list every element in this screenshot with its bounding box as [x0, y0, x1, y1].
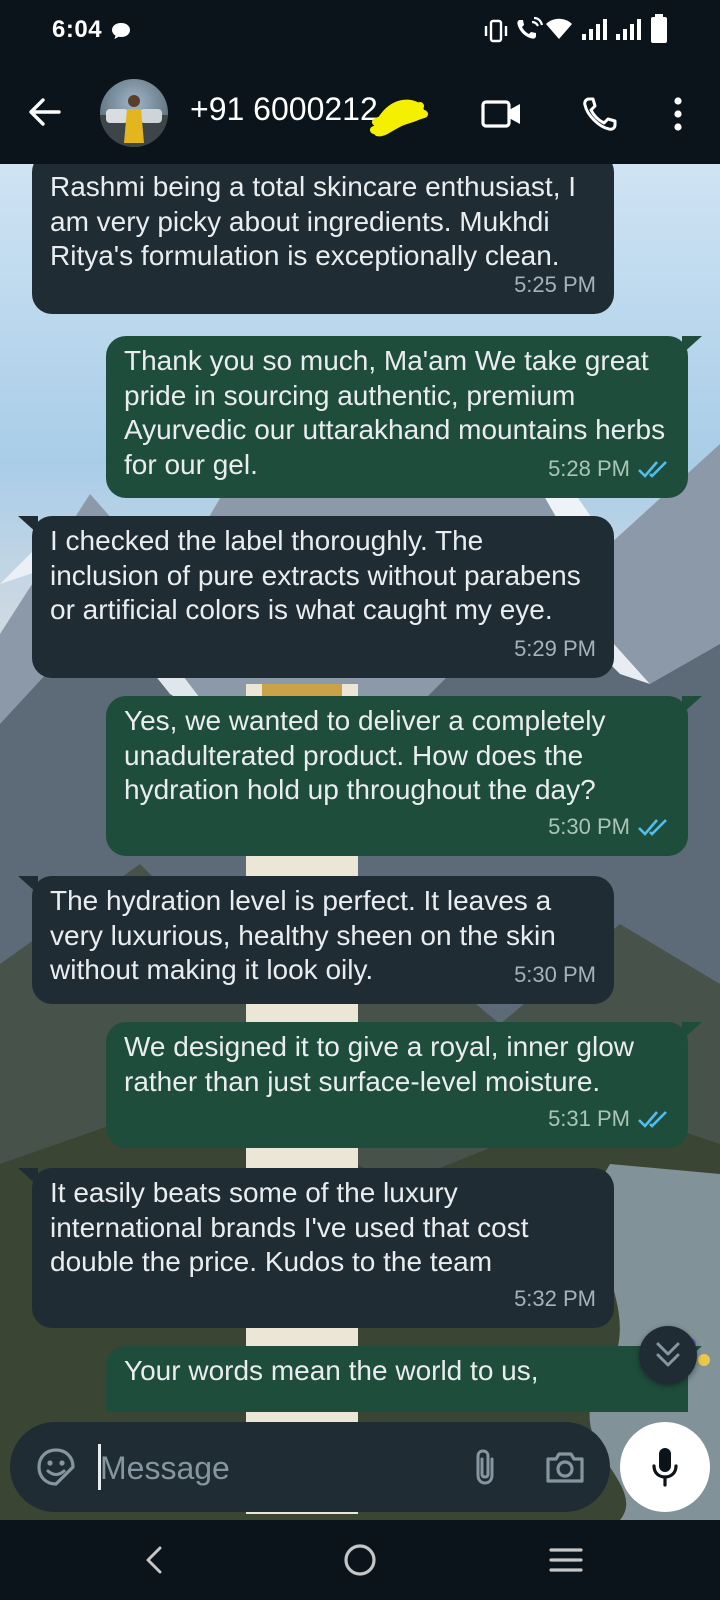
- nav-home-button[interactable]: [336, 1536, 384, 1584]
- nav-back-icon: [146, 1546, 162, 1574]
- message-text: Your words mean the world to us,: [124, 1355, 539, 1386]
- message-text: I checked the label thoroughly. The incl…: [50, 525, 581, 625]
- voice-call-button[interactable]: [576, 90, 624, 138]
- redaction-scribble: [370, 99, 428, 137]
- nav-recents-button[interactable]: [542, 1536, 590, 1584]
- message-time: 5:28 PM: [548, 455, 630, 481]
- vibrate-icon: [484, 19, 508, 43]
- emoji-icon: [37, 1448, 75, 1486]
- message-time: 5:25 PM: [514, 271, 596, 297]
- message-composer: [10, 1422, 610, 1512]
- back-button[interactable]: [20, 88, 68, 136]
- attach-button[interactable]: [462, 1444, 508, 1490]
- back-arrow-icon: [29, 98, 61, 126]
- voice-call-icon: [583, 97, 617, 131]
- message-time: 5:32 PM: [514, 1285, 596, 1311]
- signal-icon: [582, 19, 607, 40]
- status-time: 6:04: [52, 16, 103, 43]
- scroll-to-bottom-button[interactable]: [639, 1326, 697, 1384]
- voice-message-button[interactable]: [620, 1422, 710, 1512]
- message-time: 5:31 PM: [548, 1105, 630, 1131]
- video-call-icon: [481, 100, 520, 128]
- message-bubble-incoming[interactable]: Rashmi being a total skincare enthusiast…: [32, 164, 614, 314]
- message-bubble-outgoing[interactable]: We designed it to give a royal, inner gl…: [106, 1022, 702, 1148]
- battery-icon: [651, 14, 667, 43]
- contact-name[interactable]: +91 6000212: [190, 91, 378, 128]
- message-bubble-incoming[interactable]: It easily beats some of the luxury inter…: [18, 1168, 614, 1328]
- nav-home-icon: [344, 1544, 376, 1576]
- wifi-icon: [546, 18, 572, 39]
- status-bar: 6:04: [0, 0, 720, 60]
- mic-icon: [652, 1448, 678, 1487]
- read-receipt-icon: [638, 460, 667, 478]
- message-time: 5:30 PM: [548, 813, 630, 839]
- message-bubble-outgoing[interactable]: Yes, we wanted to deliver a completely u…: [106, 696, 702, 856]
- message-bubble-outgoing[interactable]: Thank you so much, Ma'am We take great p…: [106, 336, 702, 498]
- nav-recents-icon: [549, 1548, 583, 1572]
- video-call-button[interactable]: [478, 90, 526, 138]
- message-list: Rashmi being a total skincare enthusiast…: [0, 164, 720, 1412]
- avatar-photo: [100, 95, 168, 147]
- attach-icon: [476, 1449, 494, 1485]
- signal-icon-2: [616, 19, 641, 40]
- message-input[interactable]: [98, 1440, 442, 1496]
- chat-header: +91 6000212: [0, 60, 720, 164]
- camera-button[interactable]: [542, 1444, 588, 1490]
- read-receipt-icon: [638, 818, 667, 836]
- message-text: It easily beats some of the luxury inter…: [50, 1177, 529, 1277]
- chat-notification-icon: [112, 23, 130, 39]
- message-bubble-outgoing[interactable]: Your words mean the world to us,: [106, 1346, 702, 1412]
- system-navigation-bar: [0, 1520, 720, 1600]
- message-text: Rashmi being a total skincare enthusiast…: [50, 171, 577, 271]
- nav-back-button[interactable]: [130, 1536, 178, 1584]
- double-chevron-down-icon: [656, 1342, 680, 1367]
- camera-icon: [546, 1452, 584, 1483]
- message-bubble-incoming[interactable]: I checked the label thoroughly. The incl…: [18, 516, 614, 678]
- message-bubble-incoming[interactable]: The hydration level is perfect. It leave…: [18, 876, 614, 1004]
- emoji-button[interactable]: [32, 1443, 80, 1491]
- text-cursor: [98, 1444, 101, 1490]
- more-options-icon: [674, 97, 682, 131]
- message-text: Yes, we wanted to deliver a completely u…: [124, 705, 606, 805]
- wifi-calling-icon: [517, 16, 544, 39]
- message-time: 5:30 PM: [514, 961, 596, 987]
- read-receipt-icon: [638, 1110, 667, 1128]
- message-text: We designed it to give a royal, inner gl…: [124, 1031, 634, 1097]
- more-options-button[interactable]: [654, 90, 702, 138]
- contact-avatar[interactable]: [100, 79, 168, 147]
- message-time: 5:29 PM: [514, 635, 596, 661]
